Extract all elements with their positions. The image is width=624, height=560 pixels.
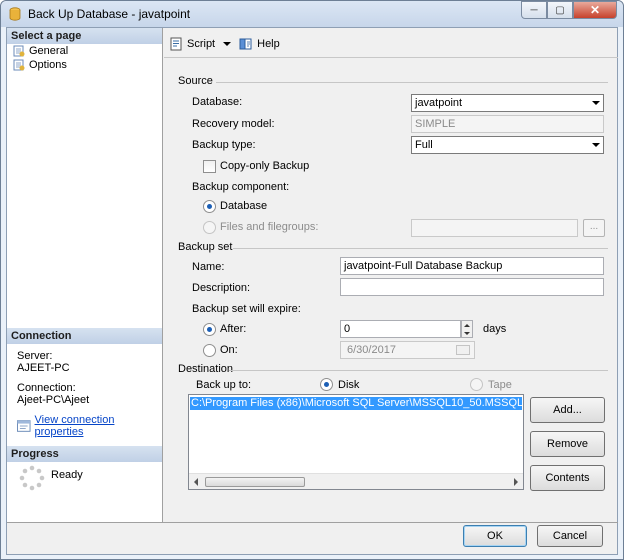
ok-button[interactable]: OK: [463, 525, 527, 547]
backup-name-input[interactable]: javatpoint-Full Database Backup: [340, 257, 604, 275]
select-page-header: Select a page: [7, 28, 162, 44]
stepper-up-icon: [464, 324, 470, 327]
view-connection-properties-label: View connection properties: [34, 414, 115, 438]
tape-radio[interactable]: [470, 378, 483, 391]
disk-label: Disk: [338, 379, 360, 391]
description-label: Description:: [192, 282, 251, 294]
page-item-label: General: [29, 45, 69, 57]
page-item-label: Options: [29, 59, 67, 71]
chevron-down-icon: [592, 143, 600, 147]
database-value: javatpoint: [415, 97, 463, 109]
expire-after-radio[interactable]: [203, 323, 216, 336]
page-item-general[interactable]: General: [13, 45, 68, 57]
database-icon: [9, 7, 21, 21]
left-pane: Select a page General Options Connection: [7, 28, 163, 522]
expire-date-value: 6/30/2017: [347, 344, 396, 356]
script-dropdown-icon[interactable]: [223, 42, 232, 46]
help-label: Help: [257, 38, 280, 50]
expire-label: Backup set will expire:: [192, 303, 301, 315]
dialog-client-area: Select a page General Options Connection: [6, 27, 618, 555]
script-label: Script: [187, 38, 216, 50]
tape-label: Tape: [488, 379, 512, 391]
source-divider: [216, 82, 608, 83]
progress-status: Ready: [51, 469, 83, 481]
script-icon: [170, 37, 182, 51]
after-label: After:: [220, 323, 247, 335]
help-icon: [239, 38, 252, 50]
connection-header: Connection: [7, 328, 162, 344]
after-days-input[interactable]: 0: [340, 320, 461, 338]
toolbar-divider: [164, 57, 618, 58]
component-files-radio[interactable]: [203, 221, 216, 234]
backup-type-label: Backup type:: [192, 139, 256, 151]
progress-header: Progress: [7, 446, 162, 462]
destination-heading: Destination: [178, 363, 234, 375]
recovery-model-label: Recovery model:: [192, 118, 275, 130]
scroll-thumb[interactable]: [205, 477, 305, 487]
backup-type-combobox[interactable]: Full: [411, 136, 604, 154]
contents-button[interactable]: Contents: [530, 465, 605, 491]
restore-button[interactable]: ▢: [547, 1, 573, 19]
page-icon: [13, 59, 25, 71]
connection-value: Ajeet-PC\Ajeet: [17, 394, 90, 406]
name-label: Name:: [192, 261, 225, 273]
backup-type-value: Full: [415, 139, 433, 151]
scroll-right-icon[interactable]: [514, 478, 518, 486]
database-label: Database:: [192, 96, 243, 108]
source-heading: Source: [178, 75, 213, 87]
close-button[interactable]: ✕: [573, 1, 617, 19]
after-days-stepper[interactable]: [461, 320, 473, 338]
backup-component-label: Backup component:: [192, 181, 290, 193]
horizontal-scrollbar[interactable]: [189, 473, 523, 489]
cancel-button[interactable]: Cancel: [537, 525, 603, 547]
footer-divider: [7, 522, 618, 523]
page-icon: [13, 45, 25, 57]
destination-path-item[interactable]: C:\Program Files (x86)\Microsoft SQL Ser…: [190, 397, 522, 410]
days-label: days: [483, 323, 507, 335]
component-database-label: Database: [220, 200, 268, 212]
page-item-options[interactable]: Options: [13, 59, 67, 71]
connection-label: Connection:: [17, 382, 76, 394]
recovery-model-field: SIMPLE: [411, 115, 604, 133]
backup-set-divider: [233, 248, 608, 249]
backup-dialog-window: Back Up Database - javatpoint ─ ▢ ✕ Sele…: [0, 0, 624, 560]
minimize-button[interactable]: ─: [521, 1, 547, 19]
calendar-dropdown-icon: [456, 345, 470, 355]
destination-listbox[interactable]: C:\Program Files (x86)\Microsoft SQL Ser…: [188, 394, 524, 490]
destination-divider: [229, 370, 608, 371]
back-up-to-label: Back up to:: [196, 379, 252, 391]
database-combobox[interactable]: javatpoint: [411, 94, 604, 112]
scroll-left-icon[interactable]: [194, 478, 198, 486]
server-value: AJEET-PC: [17, 362, 70, 374]
progress-spinner-icon: [19, 465, 45, 491]
properties-icon: [17, 420, 31, 432]
files-browse-button[interactable]: ...: [583, 219, 605, 237]
component-files-label: Files and filegroups:: [220, 221, 319, 233]
expire-on-radio[interactable]: [203, 344, 216, 357]
help-button[interactable]: Help: [239, 37, 280, 51]
copy-only-checkbox[interactable]: [203, 160, 216, 173]
window-title: Back Up Database - javatpoint: [28, 7, 191, 21]
on-label: On:: [220, 344, 238, 356]
script-button[interactable]: Script: [169, 37, 232, 51]
backup-set-heading: Backup set: [178, 241, 233, 253]
expire-date-picker: 6/30/2017: [340, 341, 475, 359]
server-label: Server:: [17, 350, 53, 362]
add-button[interactable]: Add...: [530, 397, 605, 423]
files-filegroups-field: [411, 219, 578, 237]
remove-button[interactable]: Remove: [530, 431, 605, 457]
description-input[interactable]: [340, 278, 604, 296]
title-bar[interactable]: Back Up Database - javatpoint ─ ▢ ✕: [1, 1, 623, 27]
disk-radio[interactable]: [320, 378, 333, 391]
view-connection-properties-link[interactable]: View connection properties: [17, 414, 162, 438]
chevron-down-icon: [592, 101, 600, 105]
component-database-radio[interactable]: [203, 200, 216, 213]
copy-only-label: Copy-only Backup: [220, 160, 310, 172]
stepper-down-icon: [464, 332, 470, 335]
toolbar: Script Help: [169, 34, 288, 54]
